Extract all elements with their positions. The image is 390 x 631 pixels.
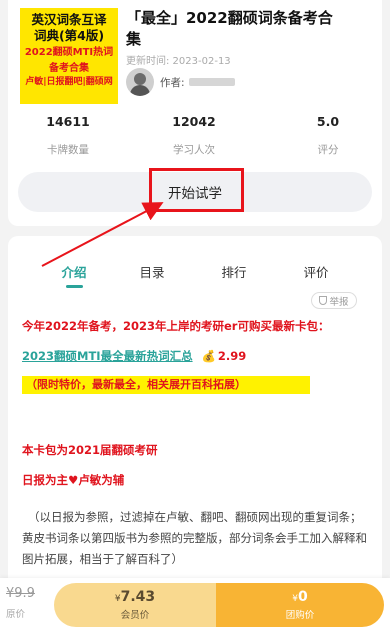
- stat-label: 评分: [317, 144, 339, 156]
- member-price-button[interactable]: ¥7.43 会员价: [54, 583, 216, 627]
- member-price-label: 会员价: [120, 610, 150, 621]
- start-trial-button[interactable]: 开始试学: [18, 168, 372, 212]
- stat-label: 卡牌数量: [47, 144, 89, 156]
- stat-value: 14611: [46, 114, 90, 129]
- stat-learners: 12042 学习人次: [134, 114, 254, 157]
- cover-title-line: 英汉词条互译: [31, 12, 107, 27]
- cover-title-line: 词典(第4版): [33, 28, 105, 43]
- stat-value: 5.0: [316, 114, 340, 129]
- active-tab-indicator: [66, 285, 83, 288]
- book-cover[interactable]: 英汉词条互译 词典(第4版) 2022翻硕MTI热词 备考合集 卢敏|日报翻吧|…: [20, 8, 118, 104]
- avatar-body-shape: [130, 85, 150, 96]
- promo-link-row: 2023翻硕MTI最全最新热词汇总 💰 2.99: [22, 348, 246, 364]
- stat-value: 12042: [172, 114, 216, 129]
- member-price: ¥7.43: [114, 589, 156, 605]
- cover-subtitle-line: 2022翻硕MTI热词: [24, 47, 114, 58]
- original-price: ¥9.9: [6, 586, 35, 601]
- stat-card-count: 14611 卡牌数量: [8, 114, 128, 157]
- group-price: ¥0: [292, 589, 308, 605]
- original-price-label: 原价: [6, 609, 26, 620]
- promo-price: 2.99: [217, 349, 247, 363]
- avatar-head-shape: [134, 73, 146, 85]
- report-button[interactable]: 举报: [311, 292, 357, 309]
- content-card: 介绍 目录 排行 评价 举报 今年2022年备考，2023年上岸的考研er可购买…: [8, 236, 382, 631]
- book-info-card: 英汉词条互译 词典(第4版) 2022翻硕MTI热词 备考合集 卢敏|日报翻吧|…: [8, 0, 382, 226]
- highlight-box-annotation: [149, 168, 244, 212]
- tab-reviews[interactable]: 评价: [286, 262, 346, 281]
- heart-icon: ♥: [68, 473, 79, 487]
- tab-ranking[interactable]: 排行: [204, 262, 264, 281]
- cover-subtitle-line: 备考合集: [49, 63, 89, 74]
- original-price-block: ¥9.9 原价: [6, 586, 46, 620]
- group-buy-button[interactable]: ¥0 团购价: [216, 583, 384, 627]
- stat-label: 学习人次: [173, 144, 215, 156]
- intro-line-2: 本卡包为2021届翻硕考研: [22, 443, 158, 457]
- shield-icon: [319, 296, 328, 305]
- avatar[interactable]: [126, 68, 154, 96]
- stat-rating: 5.0 评分: [268, 114, 388, 157]
- intro-paragraph: （以日报为参照，过滤掉在卢敏、翻吧、翻硕网出现的重复词条；黄皮书词条以第四版书为…: [22, 510, 367, 566]
- intro-line-3: 日报为主♥卢敏为辅: [22, 472, 124, 488]
- book-title: 「最全」2022翻硕词条备考合集: [126, 9, 333, 48]
- intro-line-3-b: 卢敏为辅: [78, 473, 125, 487]
- author-row[interactable]: 作者:: [126, 68, 235, 96]
- promo-highlight: （限时特价，最新最全，相关展开百科拓展）: [22, 376, 310, 394]
- intro-line-1: 今年2022年备考，2023年上岸的考研er可购买最新卡包：: [22, 319, 330, 333]
- report-label: 举报: [329, 296, 349, 308]
- tab-bar: 介绍 目录 排行 评价: [8, 236, 382, 288]
- cover-source-line: 卢敏|日报翻吧|翻硕网: [25, 77, 113, 87]
- group-price-label: 团购价: [285, 610, 315, 621]
- update-time: 更新时间: 2023-02-13: [126, 56, 231, 67]
- author-label: 作者:: [160, 76, 185, 89]
- purchase-bar: ¥9.9 原价 ¥7.43 会员价 ¥0 团购价: [0, 578, 390, 631]
- intro-line-3-a: 日报为主: [22, 473, 68, 487]
- tab-catalog[interactable]: 目录: [122, 262, 182, 281]
- money-bag-icon: 💰: [201, 349, 216, 363]
- tab-intro[interactable]: 介绍: [44, 262, 104, 281]
- author-name-redacted: [188, 78, 235, 86]
- promo-link[interactable]: 2023翻硕MTI最全最新热词汇总: [22, 348, 193, 364]
